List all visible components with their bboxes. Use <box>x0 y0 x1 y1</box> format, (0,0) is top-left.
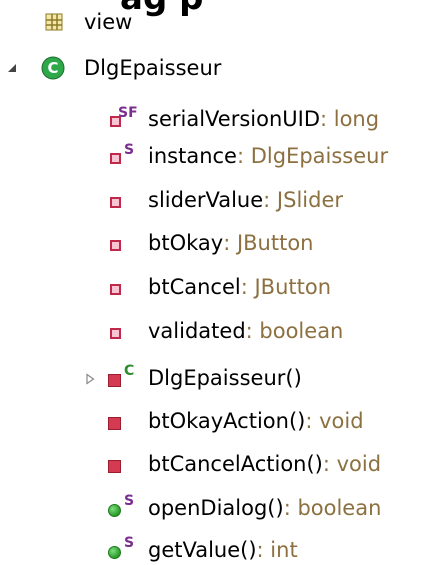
member-type: : int <box>256 538 298 562</box>
tree-item-method-getvalue[interactable]: S getValue() : int <box>104 530 298 565</box>
private-field-icon <box>104 226 144 260</box>
public-static-method-icon: S <box>104 533 144 565</box>
constructor-icon: C <box>104 361 144 395</box>
member-type: : void <box>305 409 364 433</box>
private-field-icon <box>104 270 144 304</box>
modifier-badge: S <box>124 142 135 158</box>
private-static-final-field-icon: SF <box>104 102 144 136</box>
private-field-icon <box>104 314 144 348</box>
tree-item-method-btokayaction[interactable]: btOkayAction() : void <box>104 401 364 441</box>
package-label: view <box>84 10 133 34</box>
class-icon: C <box>40 51 80 85</box>
member-type: : JButton <box>240 275 332 299</box>
modifier-badge: S <box>124 493 135 509</box>
member-type: : JButton <box>223 231 314 255</box>
private-field-icon <box>104 183 144 217</box>
member-name: openDialog() <box>148 496 284 520</box>
expanded-arrow-icon[interactable] <box>4 60 20 76</box>
modifier-badge: S <box>124 535 135 551</box>
member-type: : DlgEpaisseur <box>236 144 389 168</box>
member-name: serialVersionUID <box>148 107 320 131</box>
tree-item-method-opendialog[interactable]: S openDialog() : boolean <box>104 488 381 528</box>
tree-item-constructor-dlgepaisseur[interactable]: C DlgEpaisseur() <box>104 358 302 398</box>
private-static-field-icon: S <box>104 139 144 173</box>
member-name: sliderValue <box>148 188 264 212</box>
tree-item-package-view[interactable]: view <box>40 2 132 42</box>
private-method-icon <box>104 447 144 481</box>
tree-item-method-btcancelaction[interactable]: btCancelAction() : void <box>104 444 381 484</box>
modifier-badge: SF <box>118 105 138 121</box>
collapsed-arrow-icon[interactable] <box>82 371 98 387</box>
public-static-method-icon: S <box>104 491 144 525</box>
modifier-badge: C <box>124 363 135 379</box>
member-name: DlgEpaisseur() <box>148 366 302 390</box>
tree-item-field-btcancel[interactable]: btCancel : JButton <box>104 267 331 307</box>
member-name: btCancelAction() <box>148 452 323 476</box>
member-type: : boolean <box>283 496 382 520</box>
private-method-icon <box>104 404 144 438</box>
tree-item-class-dlgepaisseur[interactable]: C DlgEpaisseur <box>0 48 221 88</box>
member-name: btCancel <box>148 275 241 299</box>
tree-item-field-validated[interactable]: validated : boolean <box>104 311 343 351</box>
package-icon <box>40 5 80 39</box>
tree-item-field-slidervalue[interactable]: sliderValue : JSlider <box>104 180 343 220</box>
member-type: : JSlider <box>263 188 343 212</box>
member-type: : long <box>320 107 380 131</box>
cut-off-heading: ag p <box>120 0 203 18</box>
tree-item-field-instance[interactable]: S instance : DlgEpaisseur <box>104 136 388 176</box>
class-label: DlgEpaisseur <box>84 56 222 80</box>
member-name: btOkayAction() <box>148 409 306 433</box>
svg-text:C: C <box>47 59 58 77</box>
tree-item-field-serialversionuid[interactable]: SF serialVersionUID : long <box>104 99 379 139</box>
member-name: instance <box>148 144 237 168</box>
member-name: btOkay <box>148 231 224 255</box>
tree-item-field-btokay[interactable]: btOkay : JButton <box>104 223 313 263</box>
member-name: validated <box>148 319 246 343</box>
member-type: : boolean <box>245 319 344 343</box>
member-name: getValue() <box>148 538 257 562</box>
member-type: : void <box>322 452 382 476</box>
